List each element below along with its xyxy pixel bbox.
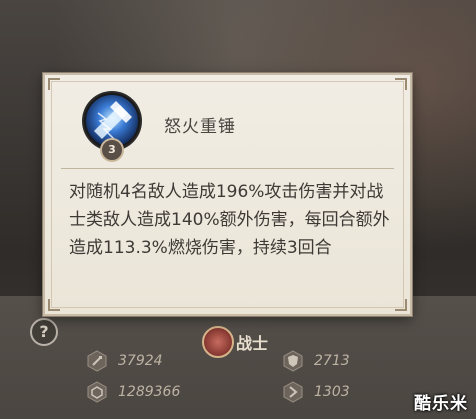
stat-hp-value: 1289366	[118, 384, 181, 400]
corner-ornament	[395, 78, 407, 90]
stat-defense-value: 2713	[314, 353, 350, 369]
corner-ornament	[48, 299, 60, 311]
class-label: 战士	[236, 334, 269, 353]
stat-hp: 1289366	[86, 381, 180, 403]
defense-icon	[283, 350, 303, 372]
skill-description: 对随机4名敌人造成196%攻击伤害并对战士类敌人造成140%额外伤害，每回合额外…	[69, 182, 390, 258]
corner-ornament	[395, 299, 407, 311]
corner-ornament	[48, 78, 60, 90]
stat-attack: 37924	[86, 350, 163, 372]
speed-icon	[283, 381, 303, 403]
skill-name: 怒火重锤	[164, 117, 236, 137]
stat-attack-value: 37924	[118, 353, 163, 369]
stat-speed-value: 1303	[314, 384, 350, 400]
skill-tooltip: 3 怒火重锤 对随机4名敌人造成196%攻击伤害并对战士类敌人造成140%额外伤…	[43, 73, 412, 316]
attack-icon	[87, 350, 107, 372]
stat-defense: 2713	[282, 350, 350, 372]
skill-level-badge: 3	[100, 138, 124, 162]
stat-speed: 1303	[282, 381, 350, 403]
divider	[61, 168, 394, 169]
help-button[interactable]: ?	[30, 318, 58, 346]
hp-icon	[87, 381, 107, 403]
site-watermark: 酷乐米	[414, 394, 468, 414]
class-icon	[202, 326, 234, 358]
